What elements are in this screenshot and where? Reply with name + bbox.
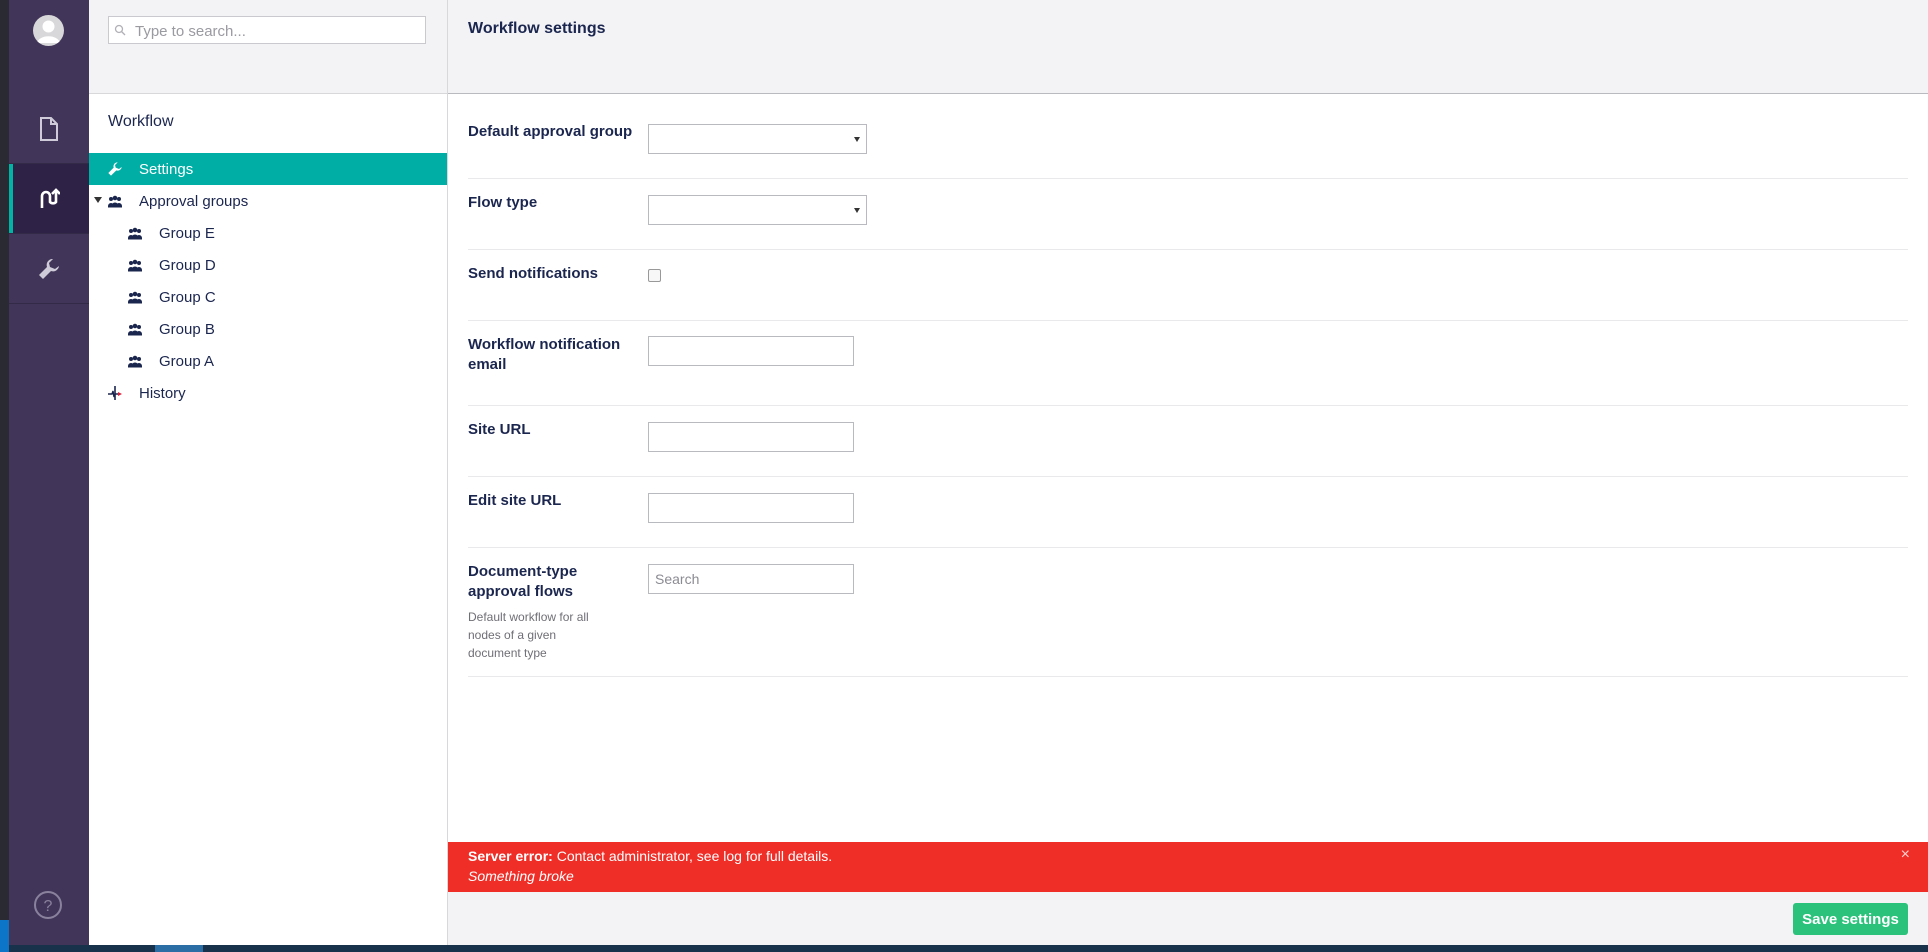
default-approval-group-select[interactable]: [648, 124, 867, 154]
tree-node-label: Settings: [139, 160, 194, 178]
save-settings-button[interactable]: Save settings: [1793, 903, 1908, 935]
field-label-group: Document-type approval flows Default wor…: [468, 562, 608, 662]
editor-footer: Save settings: [448, 892, 1928, 945]
tree-node-label: Approval groups: [139, 192, 249, 210]
search-icon: [114, 24, 126, 36]
tree-node-label: Group A: [159, 352, 215, 370]
section-content[interactable]: [9, 94, 89, 164]
group-icon: [128, 227, 142, 240]
error-title: Server error:: [468, 848, 553, 864]
tree-node-label: Group C: [159, 288, 216, 306]
tree-node-group-c[interactable]: Group C: [89, 281, 447, 313]
window-edge-accent: [0, 920, 9, 945]
sections-sidebar: ?: [9, 0, 89, 952]
form-row-notification-email: Workflow notification email: [468, 321, 1908, 406]
taskbar-start[interactable]: [0, 945, 9, 952]
wrench-icon: [108, 162, 122, 176]
taskbar: [0, 945, 1928, 952]
field-label: Send notifications: [468, 265, 599, 282]
section-settings[interactable]: [9, 234, 89, 304]
form-row-site-url: Site URL: [468, 406, 1908, 477]
field-description: Default workflow for all nodes of a give…: [468, 610, 589, 660]
field-label: Edit site URL: [468, 492, 562, 509]
form-row-flow-type: Flow type: [468, 179, 1908, 250]
chevron-down-icon: [854, 137, 860, 142]
field-label: Workflow notification email: [468, 336, 621, 373]
history-icon: [108, 386, 122, 400]
window-edge: [0, 0, 9, 952]
tree-panel: Workflow Settings Approval groups Group …: [89, 0, 448, 945]
send-notifications-checkbox[interactable]: [648, 269, 661, 282]
tree-root-label: Workflow: [108, 113, 174, 130]
tree-node-label: History: [139, 384, 186, 402]
field-label: Flow type: [468, 194, 538, 211]
taskbar-active-app[interactable]: [155, 945, 203, 952]
tree-node-approval-groups[interactable]: Approval groups: [89, 185, 447, 217]
group-icon: [128, 355, 142, 368]
form-row-doctype-flows: Document-type approval flows Default wor…: [468, 548, 1908, 677]
field-label: Site URL: [468, 421, 531, 438]
site-url-field[interactable]: [648, 422, 854, 452]
field-label: Default approval group: [468, 123, 633, 140]
group-icon: [108, 195, 122, 208]
error-message-line: Server error: Contact administrator, see…: [468, 848, 832, 864]
user-avatar[interactable]: [33, 15, 64, 46]
doctype-search-input[interactable]: [648, 564, 854, 594]
workflow-icon: [40, 187, 60, 208]
flow-type-select[interactable]: [648, 195, 867, 225]
tree-search-area: [89, 0, 447, 94]
tree-node-group-e[interactable]: Group E: [89, 217, 447, 249]
user-avatar-icon: [37, 20, 60, 43]
group-icon: [128, 259, 142, 272]
field-label: Document-type approval flows: [468, 563, 578, 600]
notification-email-field[interactable]: [648, 336, 854, 366]
tree-node-label: Group B: [159, 320, 215, 338]
error-message: Contact administrator, see log for full …: [552, 848, 833, 864]
form-row-edit-site-url: Edit site URL: [468, 477, 1908, 548]
help-icon: ?: [34, 891, 62, 919]
form-row-default-approval-group: Default approval group: [468, 94, 1908, 179]
chevron-down-icon: [854, 208, 860, 213]
expand-arrow-icon[interactable]: [94, 197, 102, 203]
tree-search-input[interactable]: [133, 20, 422, 42]
svg-text:?: ?: [44, 898, 53, 915]
editor-header: Workflow settings: [448, 0, 1928, 94]
close-icon[interactable]: ×: [1901, 846, 1910, 864]
error-notification: Server error: Contact administrator, see…: [448, 842, 1928, 892]
tree-node-label: Group D: [159, 256, 216, 274]
tree-node-group-d[interactable]: Group D: [89, 249, 447, 281]
tree-node-label: Group E: [159, 224, 215, 242]
tree-node-history[interactable]: History: [89, 377, 447, 409]
group-icon: [128, 323, 142, 336]
tree-node-group-b[interactable]: Group B: [89, 313, 447, 345]
document-icon: [40, 116, 58, 141]
form-row-send-notifications: Send notifications: [468, 250, 1908, 321]
page-title: Workflow settings: [468, 20, 606, 37]
tree-node-group-a[interactable]: Group A: [89, 345, 447, 377]
group-icon: [128, 291, 142, 304]
edit-site-url-field[interactable]: [648, 493, 854, 523]
wrench-icon: [39, 258, 59, 279]
section-workflow[interactable]: [9, 164, 89, 234]
tree-node-settings[interactable]: Settings: [89, 153, 447, 185]
tree-search-box[interactable]: [108, 16, 426, 44]
error-detail: Something broke: [468, 868, 574, 884]
help-button[interactable]: ?: [33, 890, 63, 920]
